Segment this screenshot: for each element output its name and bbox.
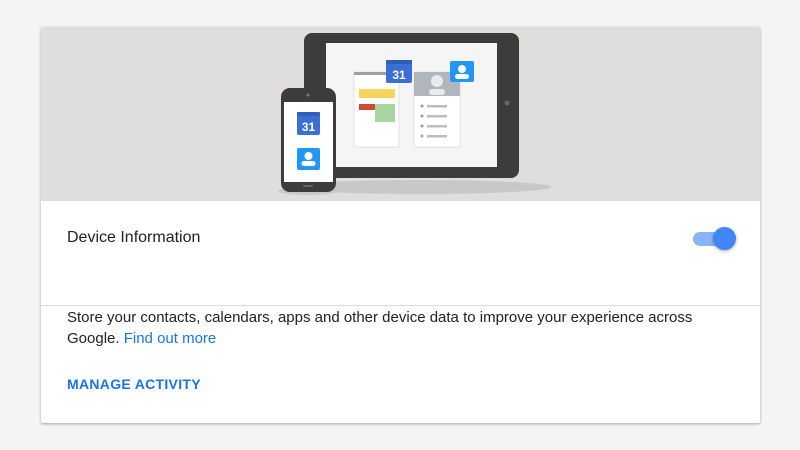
find-out-more-link[interactable]: Find out more bbox=[124, 330, 217, 347]
device-information-card: 31 31 Device Information Store your cont… bbox=[41, 27, 760, 423]
hero-illustration: 31 31 bbox=[41, 27, 760, 201]
tablet-screen bbox=[326, 40, 497, 167]
description: Store your contacts, calendars, apps and… bbox=[67, 307, 707, 349]
svg-text:31: 31 bbox=[392, 68, 406, 82]
svg-text:31: 31 bbox=[302, 120, 316, 134]
phone-contacts-icon bbox=[297, 148, 320, 170]
device-information-row bbox=[41, 201, 760, 306]
setting-title: Device Information bbox=[67, 229, 201, 246]
contacts-icon bbox=[450, 61, 474, 82]
toggle-thumb bbox=[713, 227, 736, 250]
manage-activity-button[interactable]: MANAGE ACTIVITY bbox=[67, 376, 201, 392]
phone-calendar-icon: 31 bbox=[297, 112, 320, 135]
devices-illustration: 31 31 bbox=[278, 33, 551, 195]
calendar-icon: 31 bbox=[386, 60, 412, 83]
device-information-toggle[interactable] bbox=[693, 227, 737, 251]
